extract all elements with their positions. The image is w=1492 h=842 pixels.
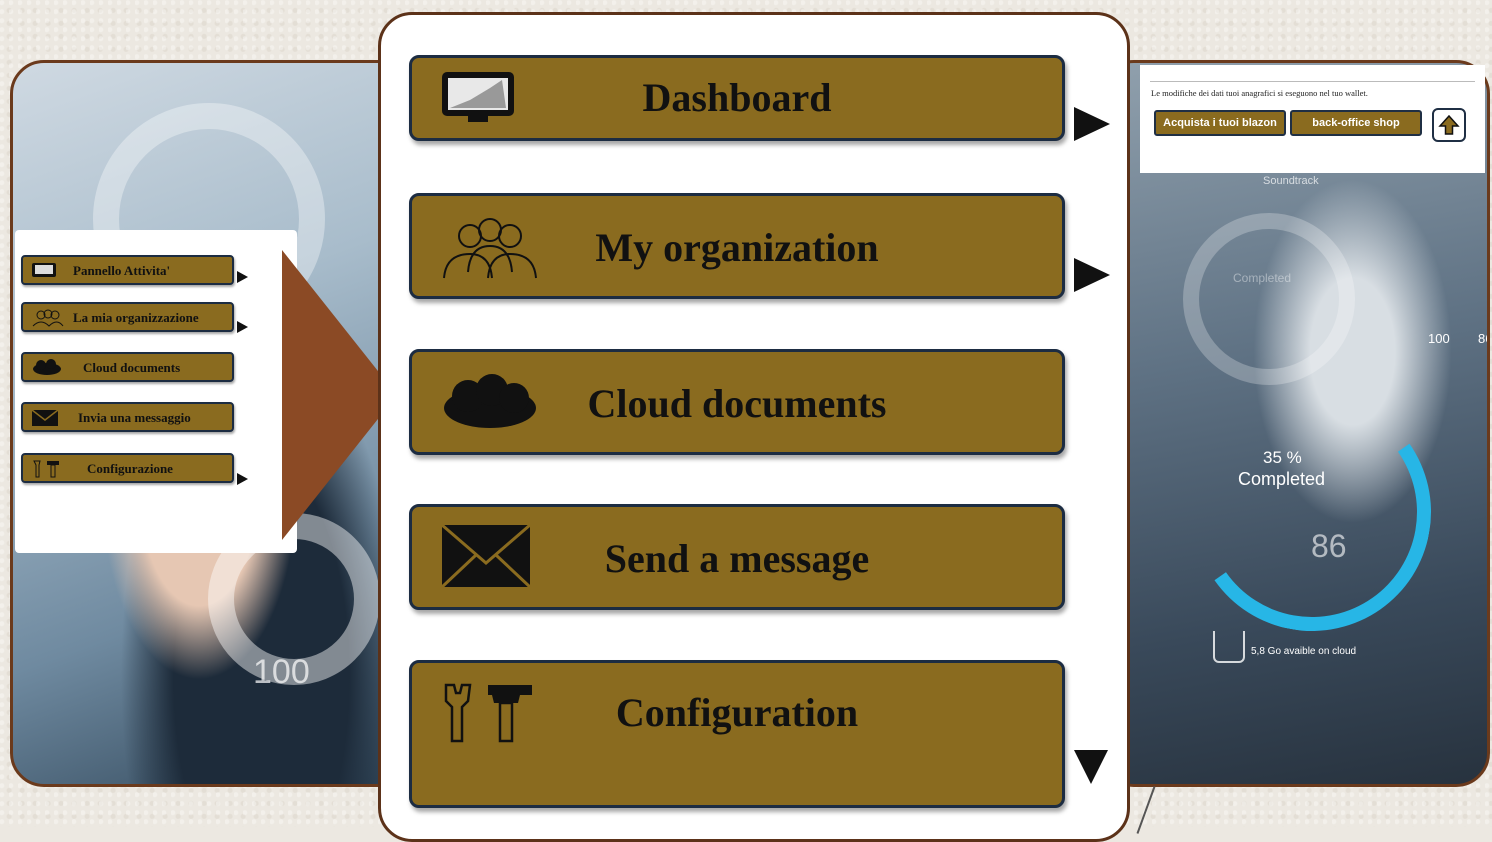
main-menu-card: Dashboard My organization Cloud document…	[378, 12, 1130, 842]
mini-item-dashboard[interactable]: Pannello Attivita'	[21, 255, 234, 285]
buy-blazon-button[interactable]: Acquista i tuoi blazon	[1154, 110, 1286, 136]
group-icon	[32, 309, 64, 327]
menu-item-label: My organization	[595, 225, 879, 270]
upload-cloud-icon	[1213, 631, 1245, 663]
cloud-icon	[33, 359, 61, 375]
menu-item-configuration[interactable]: Configuration	[409, 660, 1065, 808]
arrow-up-icon	[1438, 114, 1460, 135]
completed-label: Completed	[1238, 469, 1326, 489]
tools-icon	[33, 460, 59, 478]
menu-item-message[interactable]: Send a message	[409, 504, 1065, 610]
mini-item-cloud[interactable]: Cloud documents	[21, 352, 234, 382]
cloud-availability: 5,8 Go avaible on cloud	[1251, 646, 1357, 657]
wallet-info-card: Le modifiche dei dati tuoi anagrafici si…	[1140, 65, 1485, 173]
mini-item-label: Invia una messaggio	[78, 410, 191, 425]
expand-down-arrow[interactable]	[1074, 750, 1108, 784]
envelope-icon	[31, 409, 59, 426]
percent-label: 35 %	[1263, 448, 1302, 467]
mini-item-label: Cloud documents	[83, 360, 181, 375]
mini-item-configuration[interactable]: Configurazione	[21, 453, 234, 483]
soundtrack-label: Soundtrack	[1263, 175, 1319, 187]
mini-expand-arrow[interactable]	[237, 271, 248, 283]
backoffice-shop-button[interactable]: back-office shop	[1290, 110, 1422, 136]
value-86-small: 86	[1478, 331, 1487, 346]
menu-item-label: Dashboard	[642, 75, 832, 120]
mini-expand-arrow[interactable]	[237, 473, 248, 485]
menu-item-label: Send a message	[604, 536, 870, 581]
menu-item-label: Cloud documents	[587, 381, 887, 426]
menu-item-cloud[interactable]: Cloud documents	[409, 349, 1065, 455]
expand-arrow[interactable]	[1074, 258, 1110, 292]
value-86: 86	[1311, 528, 1347, 564]
mini-item-label: Pannello Attivita'	[73, 263, 171, 278]
mini-item-label: La mia organizzazione	[73, 310, 199, 325]
expand-arrow[interactable]	[1074, 107, 1110, 141]
menu-item-label: Configuration	[615, 690, 859, 735]
mini-item-label: Configurazione	[87, 461, 173, 476]
mini-expand-arrow[interactable]	[237, 321, 248, 333]
decor-ring	[1183, 213, 1355, 385]
mini-item-organization[interactable]: La mia organizzazione	[21, 302, 234, 332]
progress-arc	[1174, 374, 1450, 650]
mini-menu-card: Pannello Attivita' La mia organizzazione…	[15, 230, 297, 553]
divider	[1150, 81, 1475, 82]
menu-item-organization[interactable]: My organization	[409, 193, 1065, 299]
mini-item-message[interactable]: Invia una messaggio	[21, 402, 234, 432]
menu-item-dashboard[interactable]: Dashboard	[409, 55, 1065, 141]
monitor-icon	[32, 263, 56, 277]
photo-number: 100	[253, 653, 310, 691]
value-100: 100	[1428, 331, 1450, 346]
ring-completed-label: Completed	[1233, 271, 1292, 285]
scroll-up-button[interactable]	[1432, 108, 1466, 142]
wallet-note: Le modifiche dei dati tuoi anagrafici si…	[1151, 88, 1368, 98]
